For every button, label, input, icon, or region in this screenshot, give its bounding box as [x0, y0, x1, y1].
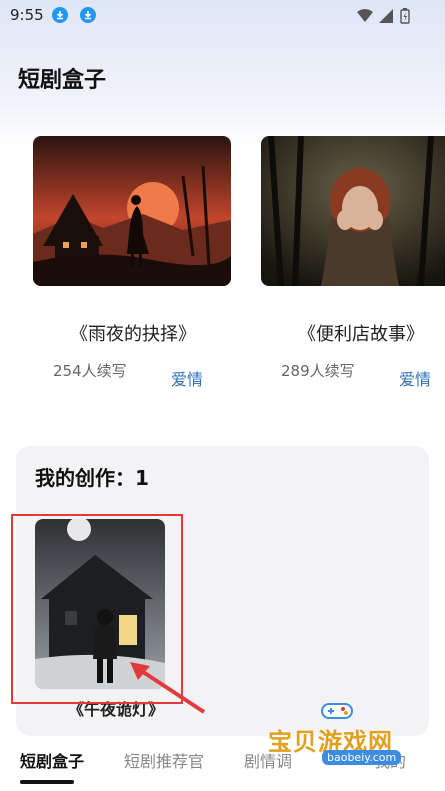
status-bar: 9:55: [0, 0, 445, 32]
genre-tag[interactable]: 爱情: [171, 366, 203, 390]
watermark: 宝贝游戏网 baobeiy.com: [268, 692, 418, 772]
story-card[interactable]: 《便利店故事》 289人续写 爱情: [261, 136, 445, 389]
gamepad-icon: [321, 703, 353, 719]
continuation-count: 254人续写: [53, 362, 127, 380]
system-status-icons: [357, 8, 410, 24]
tab-drama-recommender[interactable]: 短剧推荐官: [124, 748, 204, 772]
download-icon: [80, 7, 96, 23]
my-works-title: 我的创作：1: [35, 466, 149, 490]
tab-short-drama-box[interactable]: 短剧盒子: [20, 748, 84, 772]
featured-carousel[interactable]: 《雨夜的抉择》 254人续写 爱情 《便利店故事》 289人续写 爱情: [0, 136, 445, 396]
signal-icon: [379, 9, 393, 23]
story-card[interactable]: 《雨夜的抉择》 254人续写 爱情: [33, 136, 233, 389]
story-cover-image[interactable]: [261, 136, 445, 286]
wifi-icon: [357, 9, 373, 22]
download-icon: [52, 7, 68, 23]
watermark-url: baobeiy.com: [322, 750, 402, 765]
status-time: 9:55: [10, 6, 44, 24]
active-tab-indicator: [20, 780, 74, 784]
story-title: 《便利店故事》: [298, 324, 424, 345]
genre-tag[interactable]: 爱情: [399, 366, 431, 390]
arrow-icon: [130, 662, 206, 714]
battery-icon: [400, 8, 410, 24]
continuation-count: 289人续写: [281, 362, 355, 380]
page-title: 短剧盒子: [18, 68, 107, 93]
story-cover-image[interactable]: [33, 136, 231, 286]
story-title: 《雨夜的抉择》: [70, 324, 196, 345]
